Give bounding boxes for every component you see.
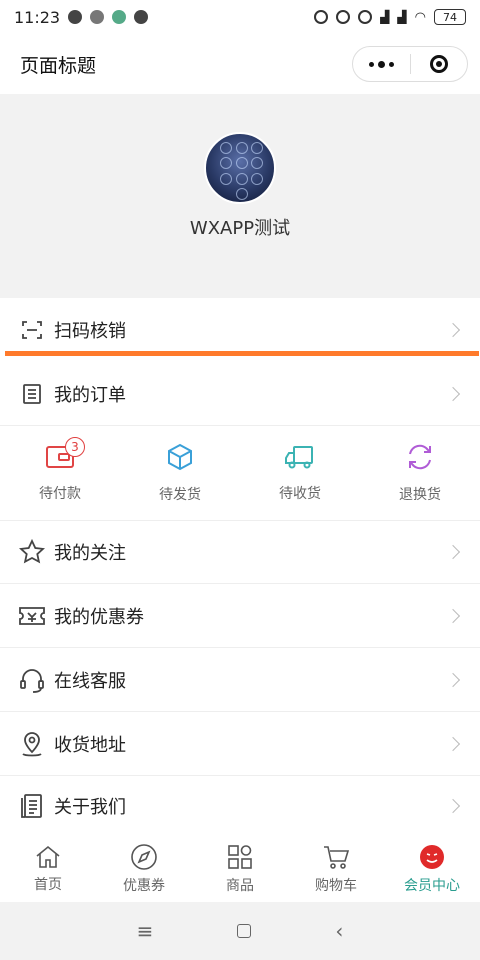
- tab-label: 商品: [226, 878, 254, 894]
- menu-item-about[interactable]: 关于我们: [0, 776, 480, 836]
- page-title: 页面标题: [20, 54, 97, 77]
- tab-label: 购物车: [315, 878, 357, 894]
- order-pending-payment[interactable]: 3 待付款: [0, 426, 120, 520]
- cart-icon: [324, 846, 350, 869]
- order-pending-shipment[interactable]: 待发货: [120, 426, 240, 520]
- menu-label-about: 关于我们: [54, 797, 126, 818]
- menu-item-address[interactable]: 收货地址: [0, 712, 480, 776]
- battery-icon: 74: [434, 9, 466, 25]
- app-icon: [112, 10, 127, 24]
- chevron-right-icon: [445, 608, 461, 623]
- scan-icon: [18, 316, 46, 344]
- chevron-right-icon: [445, 736, 461, 751]
- document-icon: [18, 792, 46, 820]
- menu-label-scan: 扫码核销: [54, 321, 126, 342]
- block-icon: [134, 10, 149, 24]
- box-icon: [165, 442, 195, 476]
- truck-icon: [284, 443, 316, 475]
- chevron-right-icon: [445, 544, 461, 560]
- member-icon: [420, 845, 444, 869]
- back-icon[interactable]: ‹: [335, 919, 343, 943]
- badge-count: 3: [65, 437, 85, 457]
- menu-label-address: 收货地址: [54, 734, 126, 756]
- avatar[interactable]: [204, 132, 276, 204]
- menu-icon[interactable]: ≡: [137, 919, 154, 943]
- wifi-icon: ◠: [414, 9, 426, 25]
- compass-icon: [131, 844, 157, 870]
- order-status-bar: 3 待付款 待发货 待收货 退换货: [0, 426, 480, 521]
- nickname: WXAPP测试: [189, 218, 291, 239]
- exchange-icon: [405, 442, 435, 476]
- menu-label-service: 在线客服: [54, 670, 126, 692]
- signal-icon: ▟: [380, 10, 390, 24]
- chevron-right-icon: [445, 322, 461, 338]
- order-label: 待收货: [279, 486, 321, 502]
- order-list-icon: [18, 380, 46, 408]
- home-square-icon[interactable]: [237, 924, 252, 938]
- grid-icon: [228, 845, 252, 869]
- menu-item-service[interactable]: 在线客服: [0, 648, 480, 712]
- miniprogram-capsule: [352, 46, 468, 82]
- keypad-image-icon: [220, 142, 264, 200]
- menu-label-coupons: 我的优惠券: [54, 606, 144, 628]
- notification-icon: [68, 10, 83, 24]
- coupon-icon: [18, 602, 46, 630]
- more-dots-icon: [368, 60, 394, 68]
- close-button[interactable]: [411, 47, 468, 81]
- chevron-right-icon: [445, 386, 461, 401]
- tab-label: 会员中心: [404, 878, 460, 894]
- menu-label-orders: 我的订单: [54, 384, 126, 406]
- tab-home[interactable]: 首页: [0, 836, 96, 902]
- order-label: 退换货: [399, 487, 441, 503]
- highlight-bar: [5, 351, 479, 356]
- tab-coupons[interactable]: 优惠券: [96, 836, 192, 902]
- bottom-tab-bar: 首页 优惠券 商品 购物车 会员中心: [0, 836, 480, 902]
- tab-products[interactable]: 商品: [192, 836, 288, 902]
- status-time: 11:23: [14, 7, 61, 27]
- signal-icon: ▟: [397, 10, 407, 24]
- status-bar: 11:23 ▟ ▟ ◠ 74: [0, 0, 480, 34]
- tab-label: 优惠券: [123, 878, 165, 894]
- tab-member[interactable]: 会员中心: [384, 836, 480, 902]
- app-icon: [90, 10, 105, 24]
- more-button[interactable]: [353, 47, 410, 81]
- status-right: ▟ ▟ ◠ 74: [314, 9, 466, 25]
- menu-item-follow[interactable]: 我的关注: [0, 521, 480, 584]
- target-close-icon: [429, 55, 448, 73]
- page-header: 页面标题: [0, 34, 480, 94]
- menu-item-coupons[interactable]: 我的优惠券: [0, 584, 480, 648]
- chevron-right-icon: [445, 672, 461, 687]
- chevron-right-icon: [445, 798, 461, 814]
- star-icon: [18, 538, 46, 566]
- menu-label-follow: 我的关注: [54, 543, 126, 564]
- headset-icon: [18, 666, 46, 694]
- status-left: 11:23: [14, 7, 149, 27]
- tab-cart[interactable]: 购物车: [288, 836, 384, 902]
- location-pin-icon: [18, 730, 46, 758]
- order-pending-receipt[interactable]: 待收货: [240, 426, 360, 520]
- profile-section: WXAPP测试: [0, 94, 480, 298]
- menu-item-orders[interactable]: 我的订单: [0, 362, 480, 426]
- link-icon: [314, 10, 329, 24]
- alarm-icon: [358, 10, 373, 24]
- order-return-exchange[interactable]: 退换货: [360, 426, 480, 520]
- tab-label: 首页: [34, 877, 62, 893]
- mute-icon: [336, 10, 351, 24]
- order-label: 待付款: [39, 486, 81, 502]
- wallet-icon: 3: [45, 437, 85, 475]
- system-nav-bar: ≡ ‹: [0, 902, 480, 960]
- home-icon: [36, 845, 60, 868]
- order-label: 待发货: [159, 487, 201, 503]
